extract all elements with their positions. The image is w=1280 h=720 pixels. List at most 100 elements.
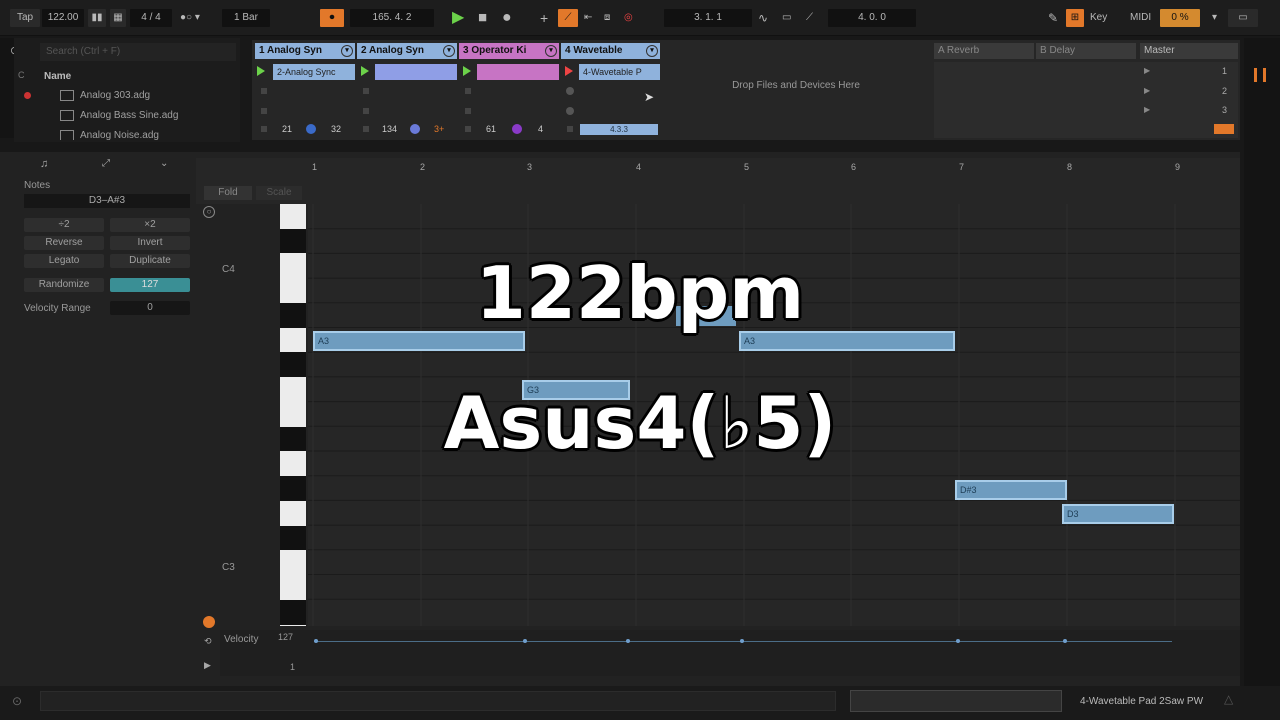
velocity-marker[interactable] [1063, 639, 1067, 643]
loop-length[interactable]: 4. 0. 0 [828, 9, 916, 27]
tap-button[interactable]: Tap [10, 9, 40, 27]
back-to-arrangement-icon[interactable]: ⇤ [584, 9, 592, 27]
track-header[interactable]: 2 Analog Syn ▾ [357, 43, 457, 59]
stop-clip-icon[interactable] [565, 66, 573, 76]
chevron-down-icon[interactable]: ▾ [341, 45, 353, 57]
follow-icon[interactable] [203, 616, 215, 628]
black-key[interactable] [280, 352, 306, 378]
note-range[interactable]: D3–A#3 [24, 194, 190, 208]
time-signature[interactable]: 4 / 4 [130, 9, 172, 27]
stop-all-clips-icon[interactable] [1214, 124, 1234, 134]
warning-icon[interactable]: △ [1224, 692, 1233, 706]
track-stop-icon[interactable] [465, 126, 471, 132]
expression-icon[interactable]: ⌄ [160, 158, 168, 169]
track-pan[interactable]: 4 [538, 124, 543, 134]
clip-slot[interactable]: 4-Wavetable P [579, 64, 660, 80]
envelope-icon[interactable]: ⤢ [102, 158, 110, 169]
return-track-b[interactable]: B Delay [1036, 43, 1136, 59]
track-header[interactable]: 4 Wavetable ▾ [561, 43, 660, 59]
clip-slot[interactable] [375, 64, 457, 80]
loop-start[interactable]: 3. 1. 1 [664, 9, 752, 27]
slot-stop-icon[interactable] [261, 88, 267, 94]
session-record-icon[interactable]: ◎ [624, 9, 633, 27]
slot-stop-icon[interactable] [465, 108, 471, 114]
chevron-down-icon[interactable]: ▾ [545, 45, 557, 57]
pan-knob[interactable] [410, 124, 420, 134]
preview-icon[interactable]: ○ [203, 206, 215, 218]
mixer-toggle-icon[interactable] [1254, 68, 1266, 82]
scene-launch-icon[interactable]: ▶ [1144, 86, 1150, 95]
chevron-down-icon[interactable]: ▾ [1212, 9, 1217, 27]
track-pan[interactable]: 32 [331, 124, 341, 134]
velocity-marker[interactable] [956, 639, 960, 643]
browser-item[interactable]: Analog 303.adg [40, 86, 236, 106]
velocity-marker[interactable] [314, 639, 318, 643]
clip-overview[interactable] [850, 690, 1062, 712]
track-volume[interactable]: 134 [382, 124, 397, 134]
track-stop-icon[interactable] [567, 126, 573, 132]
expand-icon[interactable]: ⟲ [204, 636, 212, 647]
midi-note[interactable]: D3 [1062, 504, 1174, 524]
slot-stop-icon[interactable] [363, 108, 369, 114]
track-stop-icon[interactable] [363, 126, 369, 132]
browser-search-input[interactable]: Search (Ctrl + F) [40, 43, 236, 61]
punch-in-icon[interactable]: ▭ [782, 9, 791, 27]
midi-note[interactable]: D#3 [955, 480, 1067, 500]
chevron-down-icon[interactable]: ▾ [646, 45, 658, 57]
overview-icon[interactable]: ▭ [1228, 9, 1258, 27]
track-volume[interactable]: 61 [486, 124, 496, 134]
scale-button[interactable]: Scale [256, 186, 302, 200]
pan-knob[interactable] [306, 124, 316, 134]
velocity-lane[interactable]: Velocity 127 1 [220, 630, 1240, 676]
follow-icon[interactable]: ●○ ▾ [180, 9, 200, 27]
clip-slot[interactable] [477, 64, 559, 80]
slot-record-icon[interactable] [566, 107, 574, 115]
black-key[interactable] [280, 600, 306, 625]
stop-icon[interactable]: ■ [478, 9, 487, 27]
halve-button[interactable]: ÷2 [24, 218, 104, 232]
capture-icon[interactable]: ⧈ [604, 9, 610, 27]
pan-knob[interactable] [512, 124, 522, 134]
key-map-label[interactable]: Key [1090, 9, 1107, 27]
clip-slot[interactable]: 2-Analog Sync [273, 64, 355, 80]
play-icon[interactable] [257, 66, 265, 76]
fold-button[interactable]: Fold [204, 186, 252, 200]
velocity-marker[interactable] [740, 639, 744, 643]
track-volume[interactable]: 21 [282, 124, 292, 134]
metronome-icon[interactable]: ▮▮ [88, 9, 106, 27]
slot-stop-icon[interactable] [261, 108, 267, 114]
arrangement-record-icon[interactable]: ⏺ [320, 9, 344, 27]
automation-arm-icon[interactable]: ⟋ [558, 9, 578, 27]
tempo-field[interactable]: 122.00 [42, 9, 84, 27]
slot-stop-icon[interactable] [465, 88, 471, 94]
track-stop-icon[interactable] [261, 126, 267, 132]
punch-out-icon[interactable]: ⟋ [806, 9, 813, 27]
record-icon[interactable]: ● [502, 9, 512, 27]
overdub-icon[interactable]: + [540, 9, 548, 27]
scene-launch-icon[interactable]: ▶ [1144, 66, 1150, 75]
browser-item[interactable]: Analog Bass Sine.adg [40, 106, 236, 126]
browser-name-header[interactable]: Name [40, 68, 236, 86]
track-header[interactable]: 1 Analog Syn ▾ [255, 43, 355, 59]
master-track[interactable]: Master [1140, 43, 1238, 59]
velocity-marker[interactable] [523, 639, 527, 643]
return-track-a[interactable]: A Reverb [934, 43, 1034, 59]
collections-icon[interactable]: C [18, 70, 25, 80]
draw-mode-icon[interactable]: ✎ [1048, 9, 1058, 27]
grid-icon[interactable]: ▦ [110, 9, 126, 27]
play-icon[interactable] [361, 66, 369, 76]
track-header[interactable]: 3 Operator Ki ▾ [459, 43, 559, 59]
black-key[interactable] [280, 525, 306, 551]
time-ruler[interactable] [196, 158, 1240, 204]
red-tag-icon[interactable] [24, 92, 31, 99]
note-icon[interactable]: ♫ [40, 158, 48, 170]
play-icon[interactable] [463, 66, 471, 76]
slot-stop-icon[interactable] [363, 88, 369, 94]
slot-record-icon[interactable] [566, 87, 574, 95]
song-position[interactable]: 165. 4. 2 [350, 9, 434, 27]
double-button[interactable]: ×2 [110, 218, 190, 232]
info-toggle-icon[interactable]: ⊙ [12, 694, 22, 708]
chevron-down-icon[interactable]: ▾ [443, 45, 455, 57]
drop-zone[interactable]: Drop Files and Devices Here [660, 80, 932, 91]
quantize-menu[interactable]: 1 Bar [222, 9, 270, 27]
